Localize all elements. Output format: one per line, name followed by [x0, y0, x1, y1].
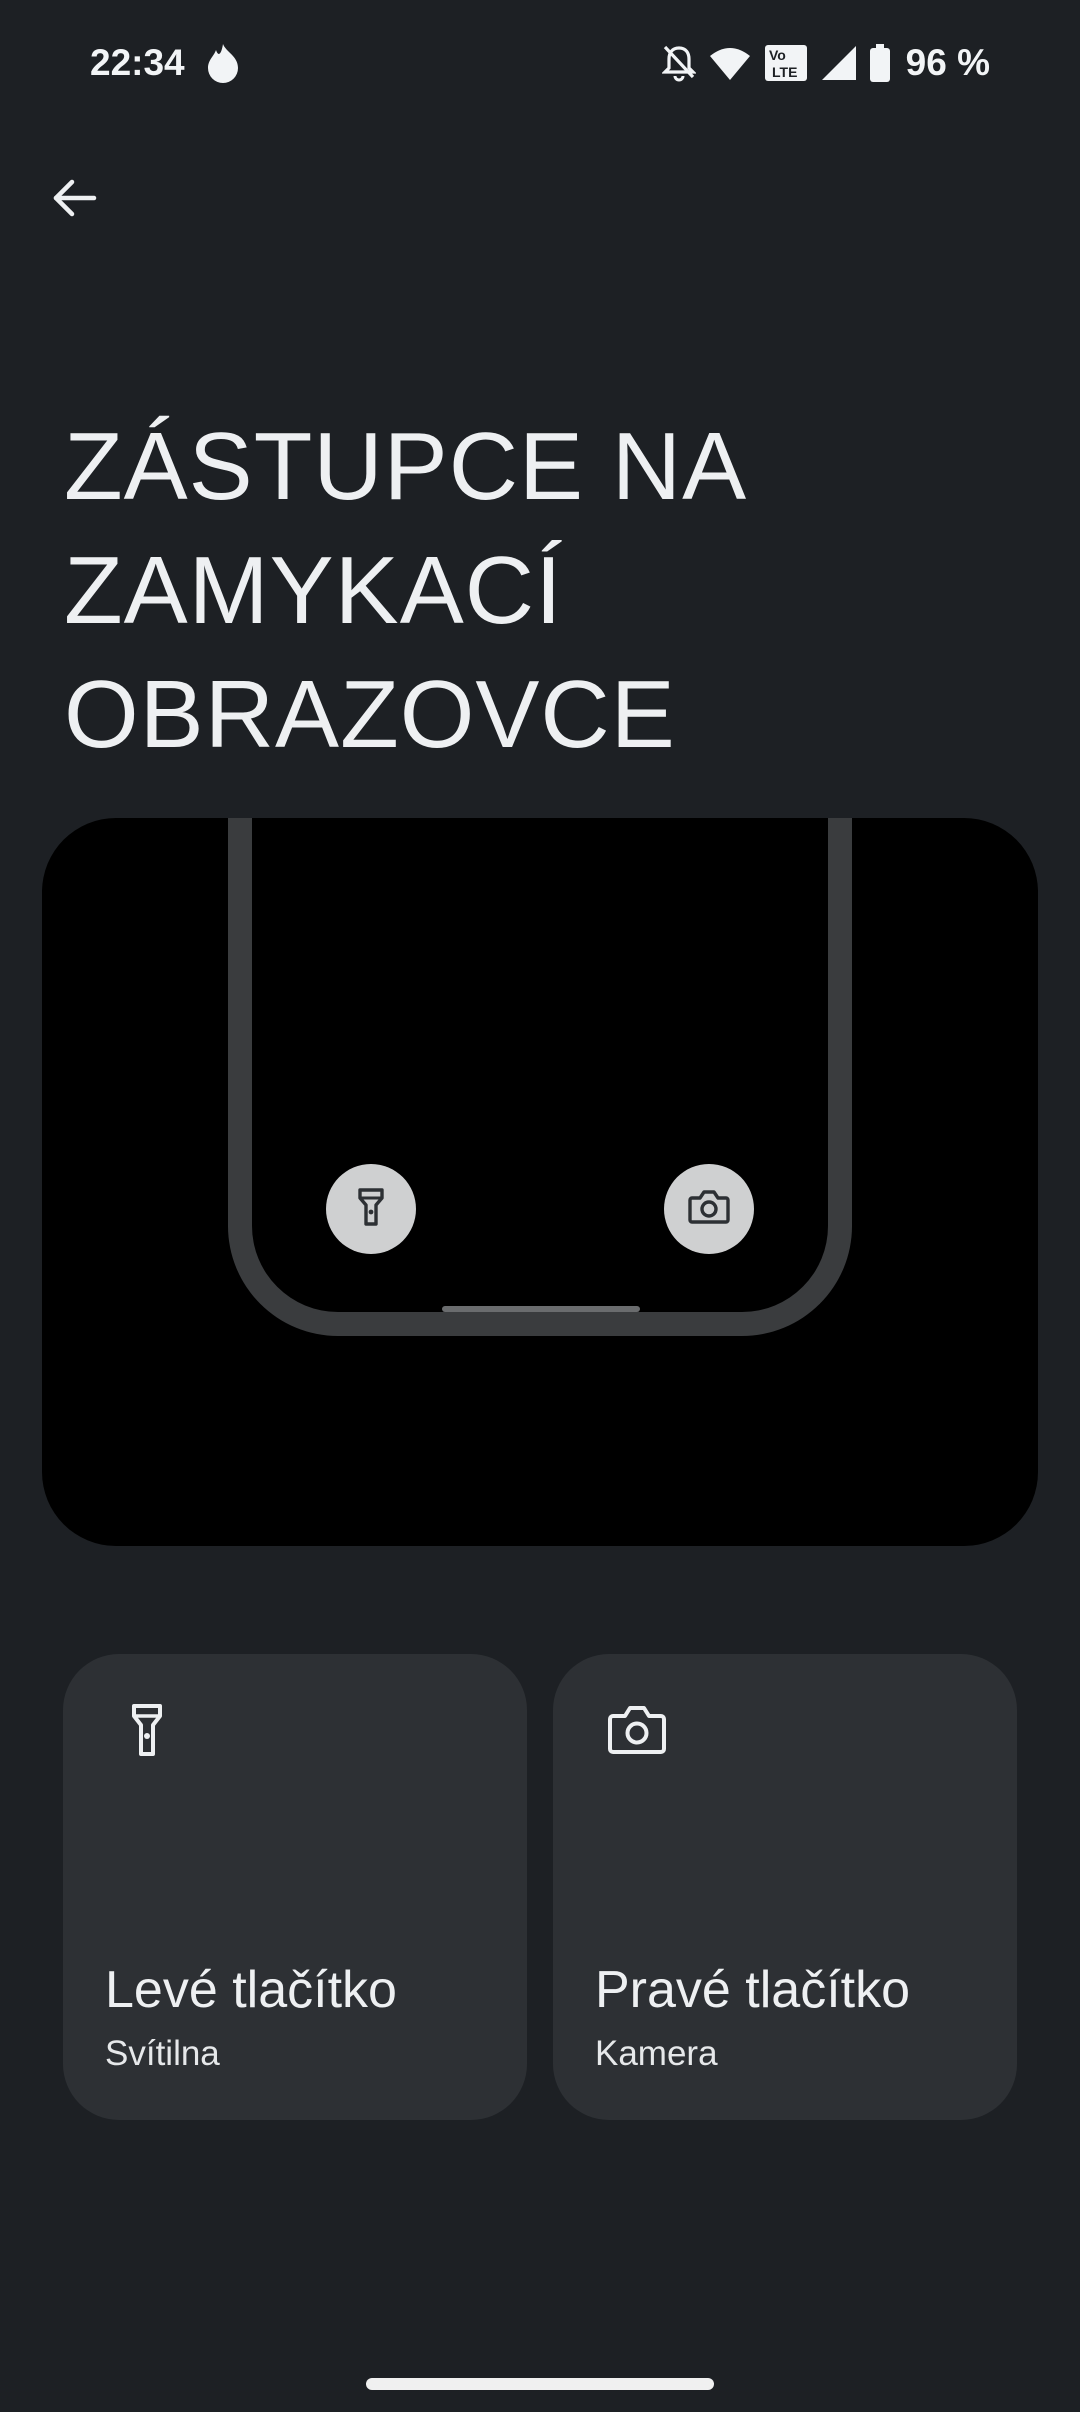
flashlight-icon: [356, 1187, 386, 1232]
preview-camera-shortcut: [664, 1164, 754, 1254]
back-button[interactable]: [42, 168, 106, 232]
flame-icon: [204, 42, 242, 84]
flashlight-icon: [117, 1700, 177, 1760]
signal-icon: [821, 46, 856, 80]
right-button-subtitle: Kamera: [595, 2034, 718, 2073]
phone-frame: [228, 818, 852, 1336]
arrow-left-icon: [50, 174, 98, 227]
gesture-navigation-handle[interactable]: [366, 2378, 714, 2390]
wifi-icon: [709, 46, 750, 80]
battery-icon: [869, 44, 890, 82]
left-button-subtitle: Svítilna: [105, 2034, 220, 2073]
camera-icon: [607, 1700, 667, 1760]
left-button-card[interactable]: Levé tlačítko Svítilna: [63, 1654, 527, 2120]
status-time: 22:34: [90, 42, 185, 83]
right-button-title: Pravé tlačítko: [595, 1961, 911, 2019]
status-icons: Vo LTE 96 %: [661, 38, 990, 88]
preview-flashlight-shortcut: [326, 1164, 416, 1254]
battery-percentage: 96 %: [905, 42, 990, 83]
svg-text:LTE: LTE: [772, 64, 797, 80]
preview-home-indicator: [442, 1306, 640, 1312]
left-button-title: Levé tlačítko: [105, 1961, 397, 2019]
camera-icon: [688, 1189, 730, 1230]
right-button-card[interactable]: Pravé tlačítko Kamera: [553, 1654, 1017, 2120]
status-bar: 22:34 Vo LTE 96 %: [0, 0, 1080, 128]
bell-off-icon: [661, 44, 696, 82]
volte-icon: Vo LTE: [764, 44, 808, 82]
lockscreen-preview: [42, 818, 1038, 1546]
page-title: ZÁSTUPCE NA ZAMYKACÍ OBRAZOVCE: [64, 413, 742, 768]
svg-text:Vo: Vo: [769, 47, 786, 63]
